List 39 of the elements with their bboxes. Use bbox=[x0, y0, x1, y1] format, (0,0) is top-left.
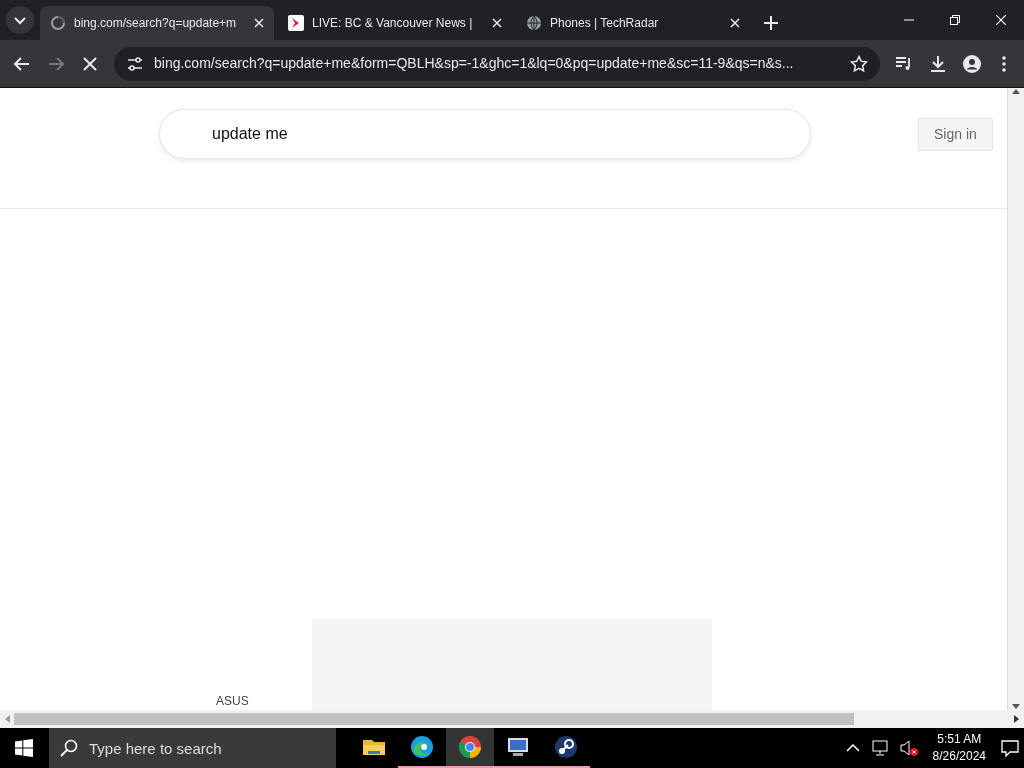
taskbar-app[interactable] bbox=[446, 728, 494, 768]
search-icon bbox=[60, 739, 78, 757]
site-info-icon bbox=[126, 54, 144, 73]
chat-bubble-icon bbox=[1000, 738, 1020, 758]
scroll-right-icon bbox=[1014, 715, 1020, 723]
menu-icon bbox=[1002, 55, 1006, 72]
news-logo-icon bbox=[288, 15, 304, 31]
browser-tab[interactable]: bing.com/search?q=update+m bbox=[40, 6, 274, 40]
edge-logo-icon bbox=[409, 734, 435, 760]
globe-icon bbox=[526, 15, 542, 31]
chrome-logo-icon bbox=[457, 734, 483, 760]
windows-icon bbox=[15, 739, 33, 757]
close-icon[interactable] bbox=[730, 18, 740, 28]
scroll-left-icon bbox=[4, 715, 10, 723]
tab-search-button[interactable] bbox=[6, 6, 34, 34]
close-icon bbox=[996, 15, 1006, 25]
browser-tab[interactable]: Phones | TechRadar bbox=[516, 6, 750, 40]
close-icon[interactable] bbox=[254, 18, 264, 28]
browser-tab[interactable]: LIVE: BC & Vancouver News | bbox=[278, 6, 512, 40]
horizontal-scrollbar[interactable] bbox=[0, 710, 1024, 728]
taskbar-search-field[interactable]: Type here to search bbox=[49, 728, 336, 768]
download-icon bbox=[928, 53, 948, 74]
sign-in-button[interactable]: Sign in bbox=[918, 118, 993, 151]
person-icon bbox=[962, 53, 982, 74]
search-field[interactable]: update me bbox=[160, 110, 810, 158]
result-label[interactable]: ASUS bbox=[216, 692, 249, 710]
address-bar[interactable]: bing.com/search?q=update+me&form=QBLH&sp=-1&ghc=1&lq=0&pq=update+me&sc=11-9&qs=n&s... bbox=[114, 46, 880, 81]
star-icon[interactable] bbox=[850, 54, 868, 73]
restore-icon bbox=[950, 15, 960, 25]
close-icon[interactable] bbox=[492, 18, 502, 28]
plus-icon bbox=[764, 16, 778, 30]
steam-logo-icon bbox=[553, 734, 579, 760]
network-icon bbox=[870, 738, 891, 758]
muted-speaker-icon bbox=[898, 738, 919, 758]
scrollbar[interactable] bbox=[1007, 88, 1024, 710]
loading-icon bbox=[50, 15, 66, 31]
scrollbar-thumb[interactable] bbox=[14, 713, 854, 725]
clock-date[interactable]: 8/26/2024 bbox=[932, 748, 986, 765]
clock-time[interactable]: 5:51 AM bbox=[932, 731, 986, 748]
